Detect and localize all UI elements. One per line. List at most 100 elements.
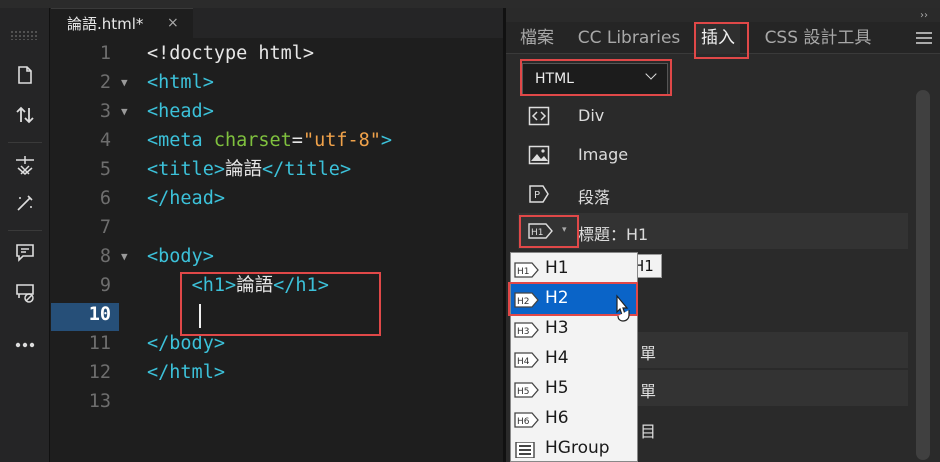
- code-line[interactable]: 1 <!doctype html>: [51, 39, 503, 68]
- insert-item-label: Image: [578, 145, 629, 164]
- heading-menu-item-h5[interactable]: H5 H5: [511, 374, 637, 404]
- text-cursor: [199, 304, 201, 328]
- code-token: charset: [213, 130, 292, 151]
- wand-icon[interactable]: [8, 188, 42, 218]
- comment-icon[interactable]: [8, 238, 42, 268]
- remove-comment-icon[interactable]: [8, 278, 42, 308]
- panel-tab[interactable]: CC Libraries: [576, 22, 682, 54]
- image-icon: [528, 145, 550, 165]
- hgroup-icon: [515, 442, 535, 458]
- code-token: <title>: [147, 159, 225, 180]
- code-text: <!doctype html>: [147, 39, 314, 68]
- svg-text:H5: H5: [517, 387, 530, 397]
- left-toolbar: [0, 8, 50, 462]
- expand-code-icon[interactable]: [8, 150, 42, 180]
- insert-item-label: 段落: [578, 188, 611, 207]
- file-tab-label: 論語.html*: [67, 15, 144, 33]
- code-token: <!doctype html>: [147, 43, 315, 64]
- code-token: 論語: [224, 159, 262, 180]
- panel-tab[interactable]: 檔案: [518, 22, 556, 54]
- code-token: </body>: [147, 333, 225, 354]
- code-line[interactable]: 8 ▼ <body>: [51, 242, 503, 271]
- heading-menu-label: H4: [545, 348, 569, 368]
- scrollbar-thumb[interactable]: [916, 90, 930, 460]
- line-number: 13: [88, 391, 111, 412]
- code-line[interactable]: 2 ▼ <html>: [51, 68, 503, 97]
- highlight-box-code: [180, 272, 381, 336]
- line-number: 10: [88, 304, 111, 325]
- code-line[interactable]: 7: [51, 213, 503, 242]
- file-tab[interactable]: 論語.html* ×: [51, 8, 193, 38]
- code-token: <body>: [147, 246, 214, 267]
- code-line[interactable]: 5 <title>論語</title>: [51, 155, 503, 184]
- line-number: 9: [99, 275, 111, 296]
- window-top-strip: [0, 0, 940, 8]
- panel-scrollbar[interactable]: [912, 88, 934, 462]
- line-number: 12: [88, 362, 111, 383]
- toolbar-grip[interactable]: [10, 30, 38, 40]
- heading-menu-item-h1[interactable]: H1 H1: [511, 254, 637, 284]
- fold-toggle-icon[interactable]: ▼: [121, 242, 128, 271]
- more-options-icon[interactable]: [8, 330, 42, 360]
- line-number: 6: [99, 188, 111, 209]
- line-number: 8: [99, 246, 111, 267]
- insert-item-label: 單: [640, 382, 657, 401]
- code-token: =: [291, 130, 303, 151]
- heading-menu-label: H5: [545, 378, 569, 398]
- code-line[interactable]: 4 <meta charset="utf-8">: [51, 126, 503, 155]
- heading-badge-icon: H3: [514, 322, 539, 338]
- line-number: 1: [99, 43, 111, 64]
- insert-item-paragraph[interactable]: P 段落: [518, 176, 908, 212]
- insert-item-image[interactable]: Image: [518, 137, 908, 173]
- mouse-pointer-icon: [616, 294, 630, 322]
- code-token: <head>: [147, 101, 214, 122]
- close-tab-icon[interactable]: ×: [167, 15, 179, 31]
- insert-item-label: Div: [578, 106, 605, 125]
- heading-menu-label: H3: [545, 318, 569, 338]
- heading-menu-label: HGroup: [545, 438, 610, 458]
- panel-menu-icon[interactable]: [916, 32, 932, 47]
- code-text: <html>: [147, 68, 214, 97]
- insert-item-div[interactable]: Div: [518, 98, 908, 134]
- heading-badge-icon: H4: [514, 352, 539, 368]
- sort-arrows-icon[interactable]: [8, 100, 42, 130]
- paragraph-icon: P: [529, 185, 549, 203]
- code-editor[interactable]: 1 <!doctype html> 2 ▼ <html> 3 ▼ <head> 4 <meta c…: [51, 38, 503, 462]
- code-line[interactable]: 3 ▼ <head>: [51, 97, 503, 126]
- highlight-box-insert-tab: [694, 22, 749, 59]
- toolbar-separator: [8, 230, 42, 231]
- svg-text:H4: H4: [517, 357, 530, 367]
- svg-text:H3: H3: [517, 327, 530, 337]
- panel-expand-icon[interactable]: ››: [920, 10, 928, 21]
- code-token: "utf-8": [302, 130, 381, 151]
- heading-menu-item-h6[interactable]: H6 H6: [511, 404, 637, 434]
- code-text: </html>: [147, 358, 225, 387]
- heading-menu-item-h4[interactable]: H4 H4: [511, 344, 637, 374]
- code-line[interactable]: 13: [51, 387, 503, 416]
- svg-text:H1: H1: [517, 267, 530, 277]
- heading-badge-icon: H6: [514, 412, 539, 428]
- heading-badge-icon: H1: [514, 262, 539, 278]
- code-token: >: [380, 130, 393, 151]
- new-file-icon[interactable]: [8, 60, 42, 90]
- insert-item-label: 標題：H1: [578, 225, 649, 244]
- code-token: </title>: [261, 159, 352, 180]
- code-line[interactable]: 12 </html>: [51, 358, 503, 387]
- heading-menu-item-hgroup[interactable]: HGroup: [511, 434, 637, 462]
- div-icon: [528, 106, 550, 126]
- line-number: 7: [99, 217, 111, 238]
- code-text: <head>: [147, 97, 214, 126]
- line-number: 2: [99, 72, 111, 93]
- heading-badge-icon: H5: [514, 382, 539, 398]
- insert-item-label: 目: [640, 422, 657, 441]
- code-token: <meta: [147, 130, 214, 151]
- highlight-box-heading-icon: [519, 215, 579, 248]
- fold-toggle-icon[interactable]: ▼: [121, 97, 128, 126]
- code-token: <html>: [147, 72, 214, 93]
- fold-toggle-icon[interactable]: ▼: [121, 68, 128, 97]
- code-line[interactable]: 6 </head>: [51, 184, 503, 213]
- panel-tab[interactable]: CSS 設計工具: [760, 22, 876, 54]
- code-text: </head>: [147, 184, 225, 213]
- line-number: 11: [88, 333, 111, 354]
- code-text: <title>論語</title>: [147, 155, 351, 184]
